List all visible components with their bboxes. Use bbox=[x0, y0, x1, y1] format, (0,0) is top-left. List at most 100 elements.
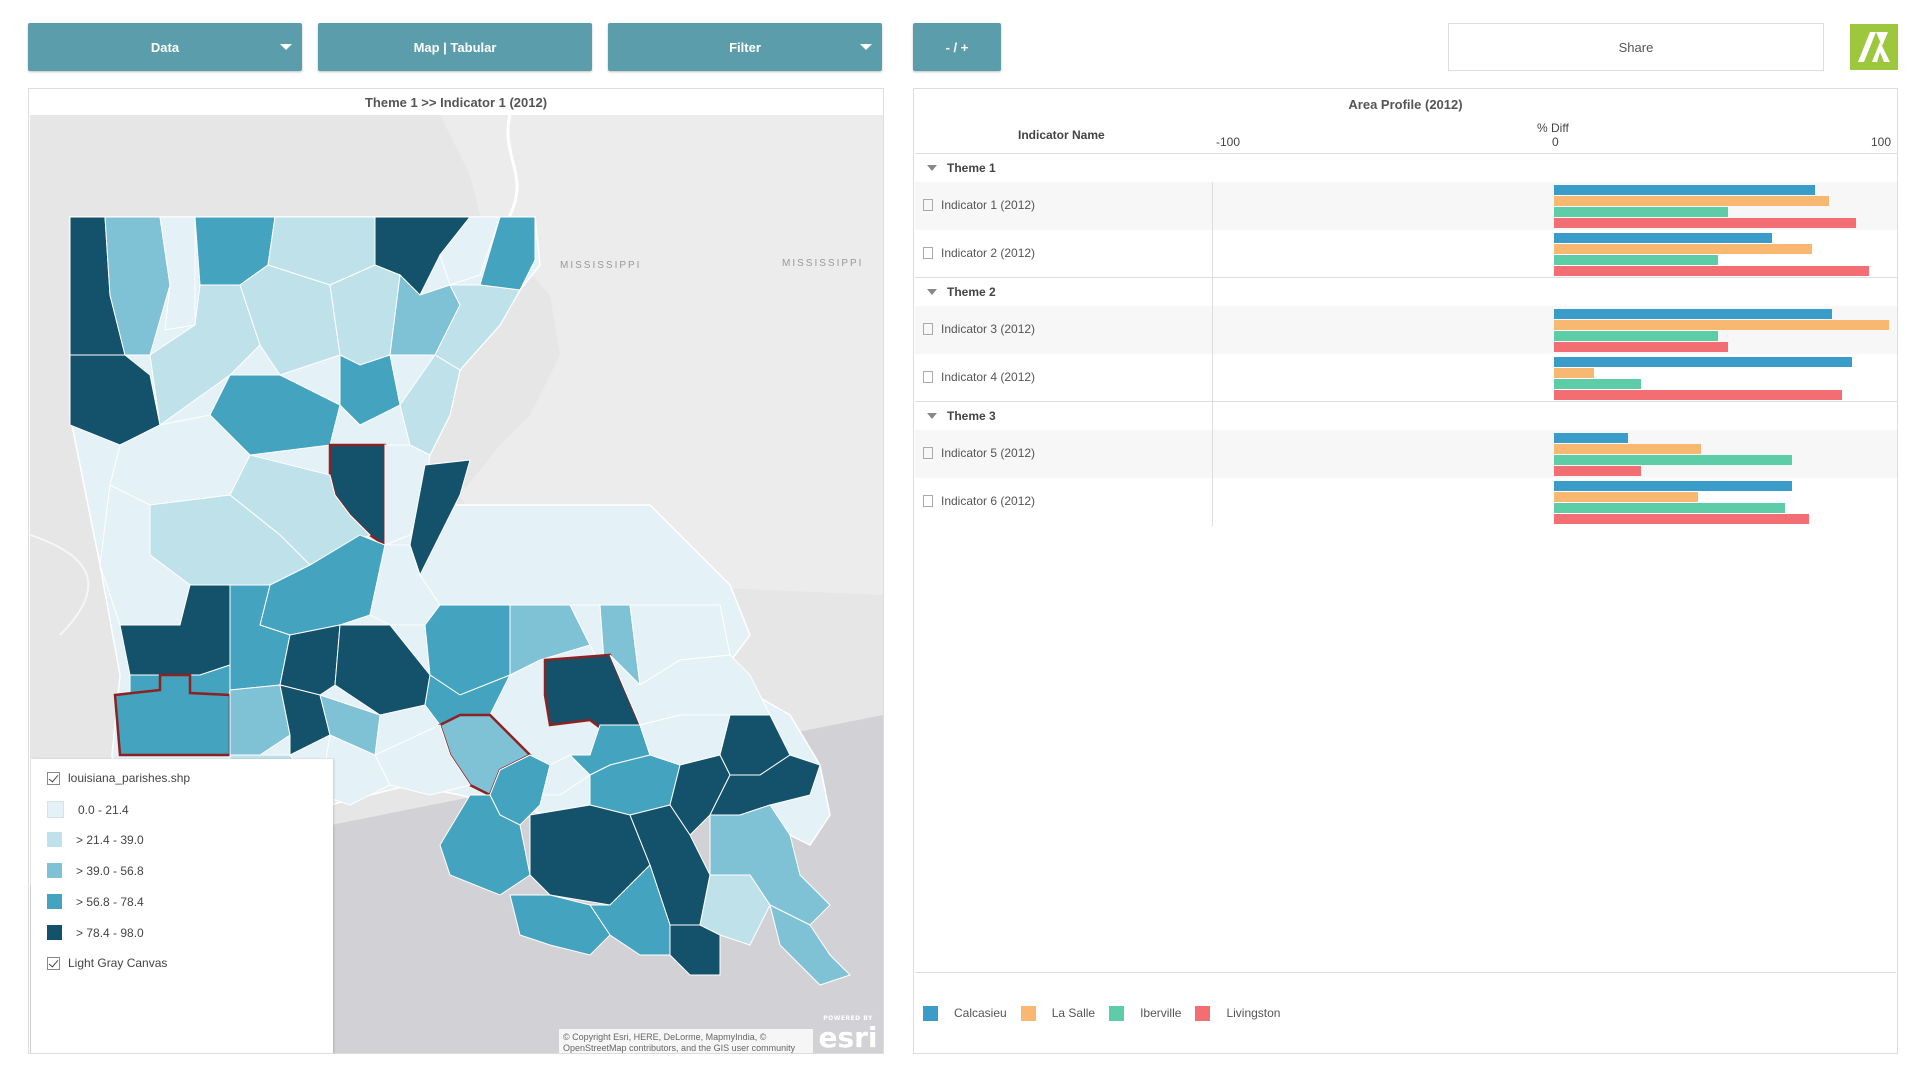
bar-iberville-6[interactable] bbox=[1554, 503, 1786, 513]
legend-color-box bbox=[1195, 1005, 1211, 1021]
document-icon bbox=[923, 323, 933, 335]
document-icon bbox=[923, 247, 933, 259]
legend-color-box bbox=[1109, 1005, 1125, 1021]
indicator-name: Indicator 2 (2012) bbox=[941, 246, 1036, 260]
legend-color-box bbox=[923, 1005, 938, 1021]
legend-item-la-salle[interactable]: La Salle bbox=[1020, 1005, 1096, 1021]
esri-wordmark: esri bbox=[818, 1021, 878, 1053]
legend-class-label: > 21.4 - 39.0 bbox=[76, 832, 144, 847]
legend-label: Livingston bbox=[1226, 1006, 1281, 1020]
legend-swatch bbox=[47, 801, 64, 818]
legend-color-box bbox=[1020, 1005, 1036, 1021]
legend-label: Iberville bbox=[1140, 1006, 1182, 1020]
bar-iberville-3[interactable] bbox=[1554, 331, 1719, 341]
bar-calcasieu-2[interactable] bbox=[1554, 233, 1772, 243]
document-icon bbox=[923, 495, 933, 507]
chart-legend: Calcasieu La Salle Iberville Livingston bbox=[915, 972, 1896, 1053]
axis-tick-min: -100 bbox=[1216, 135, 1241, 149]
indicator-label: Indicator 4 (2012) bbox=[923, 370, 1035, 384]
bar-calcasieu-3[interactable] bbox=[1554, 309, 1833, 319]
bar-la-salle-4[interactable] bbox=[1554, 368, 1595, 378]
data-dropdown-button[interactable]: Data bbox=[28, 23, 302, 71]
legend-label: La Salle bbox=[1051, 1006, 1096, 1020]
legend-item-calcasieu[interactable]: Calcasieu bbox=[923, 1005, 1007, 1021]
chevron-down-icon bbox=[927, 165, 937, 171]
zoom-button[interactable]: - / + bbox=[913, 23, 1001, 71]
legend-class-label: > 78.4 - 98.0 bbox=[76, 925, 144, 940]
indicator-name: Indicator 1 (2012) bbox=[941, 198, 1036, 212]
document-icon bbox=[923, 371, 933, 383]
basemap-checkbox[interactable] bbox=[47, 956, 60, 970]
theme-label: Theme 3 bbox=[947, 409, 996, 423]
indicator-row-5[interactable]: Indicator 5 (2012) bbox=[915, 430, 1897, 478]
indicator-label: Indicator 6 (2012) bbox=[923, 494, 1035, 508]
layer-name: louisiana_parishes.shp bbox=[68, 771, 191, 785]
map-attribution: © Copyright Esri, HERE, DeLorme, MapmyIn… bbox=[559, 1029, 813, 1053]
bar-iberville-1[interactable] bbox=[1554, 207, 1729, 217]
theme-header-1[interactable]: Theme 1 bbox=[915, 153, 1897, 182]
map-canvas[interactable]: MISSISSIPPI MISSISSIPPI louisiana_parish… bbox=[30, 115, 883, 1053]
bar-iberville-2[interactable] bbox=[1554, 255, 1719, 265]
legend-class-row: > 56.8 - 78.4 bbox=[47, 894, 144, 909]
map-tabular-label: Map | Tabular bbox=[413, 39, 497, 55]
data-dropdown-label: Data bbox=[150, 39, 180, 55]
bar-calcasieu-6[interactable] bbox=[1554, 481, 1792, 491]
bar-calcasieu-1[interactable] bbox=[1554, 185, 1816, 195]
legend-class-row: > 78.4 - 98.0 bbox=[47, 925, 144, 940]
legend-class-label: > 39.0 - 56.8 bbox=[76, 863, 144, 878]
chart-divider bbox=[1212, 182, 1213, 526]
map-legend: louisiana_parishes.shp 0.0 - 21.4 > 21.4… bbox=[31, 759, 333, 1053]
indicator-name: Indicator 3 (2012) bbox=[941, 322, 1036, 336]
indicator-label: Indicator 1 (2012) bbox=[923, 198, 1035, 212]
legend-class-row: > 21.4 - 39.0 bbox=[47, 832, 144, 847]
legend-layer-row[interactable]: louisiana_parishes.shp bbox=[47, 771, 190, 785]
chevron-down-icon bbox=[860, 44, 872, 50]
app-logo[interactable] bbox=[1850, 24, 1898, 70]
legend-label: Calcasieu bbox=[954, 1006, 1007, 1020]
area-profile-title: Area Profile (2012) bbox=[1348, 96, 1463, 112]
chevron-down-icon bbox=[927, 289, 937, 295]
bar-livingston-5[interactable] bbox=[1554, 466, 1642, 476]
bar-la-salle-2[interactable] bbox=[1554, 244, 1812, 254]
bar-calcasieu-4[interactable] bbox=[1554, 357, 1853, 367]
bar-la-salle-5[interactable] bbox=[1554, 444, 1702, 454]
indicator-label: Indicator 3 (2012) bbox=[923, 322, 1035, 336]
bar-iberville-5[interactable] bbox=[1554, 455, 1792, 465]
legend-item-livingston[interactable]: Livingston bbox=[1195, 1005, 1281, 1021]
bar-iberville-4[interactable] bbox=[1554, 379, 1642, 389]
col-diff: % Diff bbox=[1537, 121, 1569, 135]
theme-header-2[interactable]: Theme 2 bbox=[915, 277, 1897, 306]
theme-label: Theme 2 bbox=[947, 285, 996, 299]
theme-header-3[interactable]: Theme 3 bbox=[915, 401, 1897, 430]
share-label: Share bbox=[1618, 39, 1654, 55]
bar-la-salle-3[interactable] bbox=[1554, 320, 1889, 330]
indicator-label: Indicator 2 (2012) bbox=[923, 246, 1035, 260]
legend-swatch bbox=[47, 894, 62, 909]
bar-calcasieu-5[interactable] bbox=[1554, 433, 1628, 443]
indicator-name: Indicator 6 (2012) bbox=[941, 494, 1036, 508]
filter-dropdown-label: Filter bbox=[729, 39, 761, 55]
state-label-mississippi-1: MISSISSIPPI bbox=[560, 260, 641, 271]
map-panel-title: Theme 1 >> Indicator 1 (2012) bbox=[364, 94, 548, 110]
axis-tick-max: 100 bbox=[1871, 135, 1892, 149]
legend-class-label: 0.0 - 21.4 bbox=[78, 802, 129, 817]
layer-checkbox[interactable] bbox=[47, 771, 60, 785]
filter-dropdown-button[interactable]: Filter bbox=[608, 23, 882, 71]
bar-livingston-4[interactable] bbox=[1554, 390, 1843, 400]
bar-livingston-6[interactable] bbox=[1554, 514, 1809, 524]
document-icon bbox=[923, 447, 933, 459]
bar-livingston-2[interactable] bbox=[1554, 266, 1869, 276]
legend-item-iberville[interactable]: Iberville bbox=[1109, 1005, 1182, 1021]
share-button[interactable]: Share bbox=[1448, 23, 1824, 71]
indicator-label: Indicator 5 (2012) bbox=[923, 446, 1035, 460]
bar-livingston-1[interactable] bbox=[1554, 218, 1856, 228]
bar-la-salle-1[interactable] bbox=[1554, 196, 1829, 206]
legend-class-label: > 56.8 - 78.4 bbox=[76, 894, 144, 909]
indicator-name: Indicator 4 (2012) bbox=[941, 370, 1036, 384]
legend-swatch bbox=[47, 832, 62, 847]
bar-la-salle-6[interactable] bbox=[1554, 492, 1699, 502]
legend-basemap-row[interactable]: Light Gray Canvas bbox=[47, 956, 167, 970]
bar-livingston-3[interactable] bbox=[1554, 342, 1729, 352]
legend-class-row: 0.0 - 21.4 bbox=[47, 801, 129, 818]
map-tabular-toggle-button[interactable]: Map | Tabular bbox=[318, 23, 592, 71]
